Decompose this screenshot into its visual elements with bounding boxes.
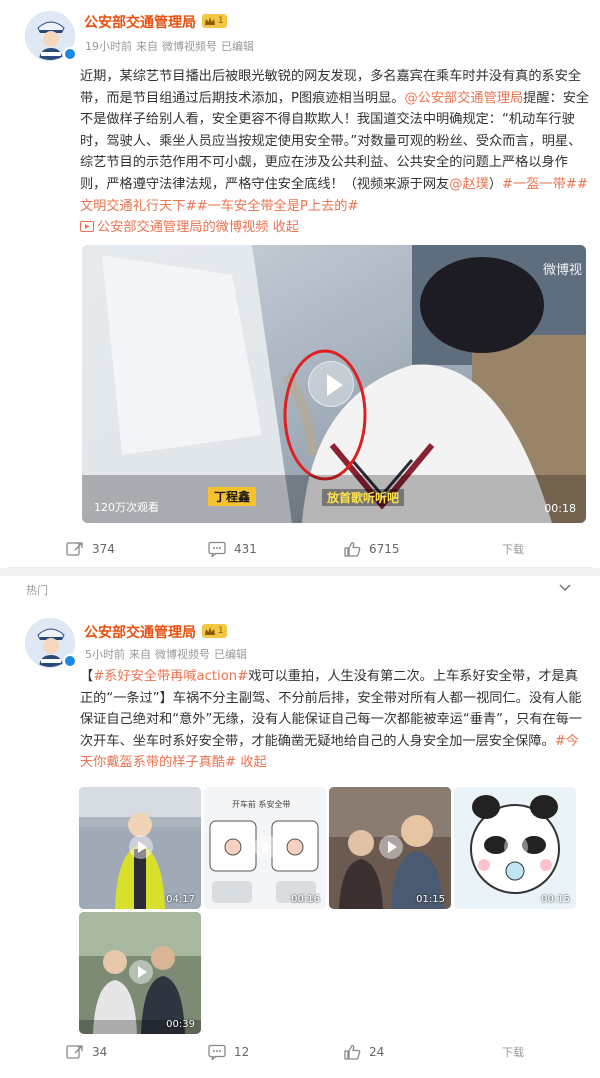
hashtag-link[interactable]: #系好安全带再喊action# — [93, 669, 248, 684]
download-button[interactable]: 下载 — [502, 534, 524, 564]
video-duration: 00:18 — [544, 502, 576, 515]
play-icon — [129, 960, 153, 984]
mention-link[interactable]: @赵璞 — [449, 177, 489, 192]
repost-count: 34 — [92, 1045, 108, 1059]
video-link-text: 公安部交通管理局的微博视频 — [97, 220, 269, 236]
hashtag-link[interactable]: #一盔一带# — [502, 177, 577, 192]
mention-link[interactable]: @公安部交通管理局 — [404, 91, 523, 106]
weibo-post: 热门 公安部交通管理局 1 5小时前 来自 微博视频号 已编辑 【#系好安全带再喊ac… — [8, 576, 592, 1078]
collapse-link[interactable]: 收起 — [240, 755, 266, 770]
video-caption-text: 放首歌听听吧 — [322, 489, 405, 506]
video-thumbnail[interactable]: 04:17 — [79, 787, 201, 909]
repost-count: 374 — [92, 542, 115, 556]
comment-count: 431 — [234, 542, 257, 556]
repost-icon — [66, 1045, 83, 1059]
video-duration: 04:17 — [166, 894, 195, 905]
like-button[interactable]: 24 — [344, 1037, 384, 1067]
comment-icon — [208, 541, 226, 557]
level-number: 1 — [217, 626, 224, 636]
source-prefix: 来自 — [129, 648, 151, 661]
repost-button[interactable]: 34 — [66, 1037, 107, 1067]
source-prefix: 来自 — [136, 40, 158, 53]
crown-icon — [205, 626, 215, 635]
video-duration: 01:15 — [416, 894, 445, 905]
collapse-link[interactable]: 收起 — [273, 220, 299, 235]
video-thumbnail[interactable]: 01:15 — [329, 787, 451, 909]
video-thumbnail[interactable]: 开车前 系安全带 00:16 — [204, 787, 326, 909]
weibo-post: 公安部交通管理局 1 19小时前 来自 微博视频号 已编辑 近期，某综艺节目播出后被眼… — [8, 0, 592, 568]
video-thumbnail[interactable]: 00:15 — [454, 787, 576, 909]
play-icon — [379, 835, 403, 859]
level-badge: 1 — [202, 624, 227, 638]
level-number: 1 — [217, 16, 224, 26]
hot-label: 热门 — [26, 584, 48, 597]
post-time[interactable]: 19小时前 — [85, 40, 132, 53]
repost-icon — [66, 542, 83, 556]
hashtag-link[interactable]: #一车安全带全是P上去的# — [197, 199, 359, 214]
post-text: 近期，某综艺节目播出后被眼光敏锐的网友发现，多名嘉宾在乘车时并没有真的系安全带，… — [80, 66, 590, 239]
edited-label: 已编辑 — [221, 40, 254, 53]
video-link[interactable]: 公安部交通管理局的微博视频 — [80, 220, 268, 235]
like-count: 6715 — [369, 542, 400, 556]
video-player[interactable]: 微博视 丁程鑫 放首歌听听吧 120万次观看 00:18 — [82, 245, 586, 523]
post-meta: 19小时前 来自 微博视频号 已编辑 — [85, 38, 258, 54]
video-icon — [80, 221, 94, 233]
edited-label: 已编辑 — [214, 648, 247, 661]
video-duration: 00:15 — [541, 894, 570, 905]
video-caption-name: 丁程鑫 — [208, 487, 257, 506]
verified-badge-icon — [63, 47, 77, 61]
chevron-down-icon[interactable] — [558, 580, 572, 594]
repost-button[interactable]: 374 — [66, 534, 115, 564]
comment-icon — [208, 1044, 226, 1060]
video-duration: 00:39 — [166, 1019, 195, 1030]
view-count: 120万次观看 — [94, 501, 159, 514]
verified-badge-icon — [63, 654, 77, 668]
crown-icon — [205, 16, 215, 25]
like-button[interactable]: 6715 — [344, 534, 400, 564]
action-bar: 34 12 24 下载 — [8, 1037, 592, 1067]
play-icon — [254, 835, 278, 859]
close-paren: ） — [488, 176, 502, 192]
source-channel[interactable]: 微博视频号 — [162, 40, 217, 53]
like-icon — [344, 1044, 361, 1060]
comment-button[interactable]: 12 — [208, 1037, 249, 1067]
post-separator — [0, 568, 600, 576]
author-name[interactable]: 公安部交通管理局 — [84, 622, 196, 642]
like-icon — [344, 541, 361, 557]
download-button[interactable]: 下载 — [502, 1037, 524, 1067]
bracket-open: 【 — [80, 669, 94, 684]
author-name[interactable]: 公安部交通管理局 — [84, 12, 196, 32]
level-badge: 1 — [202, 14, 227, 28]
play-icon — [129, 835, 153, 859]
post-text: 【#系好安全带再喊action#戏可以重拍，人生没有第二次。上车系好安全带，才是… — [80, 666, 590, 774]
source-channel[interactable]: 微博视频号 — [155, 648, 210, 661]
post-time[interactable]: 5小时前 — [85, 648, 125, 661]
thumbnail-title: 开车前 系安全带 — [232, 800, 291, 809]
comment-button[interactable]: 431 — [208, 534, 257, 564]
comment-count: 12 — [234, 1045, 250, 1059]
weibo-feed: 公安部交通管理局 1 19小时前 来自 微博视频号 已编辑 近期，某综艺节目播出后被眼… — [0, 0, 600, 1078]
play-icon — [504, 835, 528, 859]
post-meta: 5小时前 来自 微博视频号 已编辑 — [85, 646, 251, 662]
like-count: 24 — [369, 1045, 385, 1059]
play-icon[interactable] — [308, 361, 354, 407]
video-duration: 00:16 — [291, 894, 320, 905]
action-bar: 374 431 6715 下载 — [8, 534, 592, 564]
weibo-watermark: 微博视 — [542, 263, 582, 278]
video-thumbnail[interactable]: 00:39 — [79, 912, 201, 1034]
